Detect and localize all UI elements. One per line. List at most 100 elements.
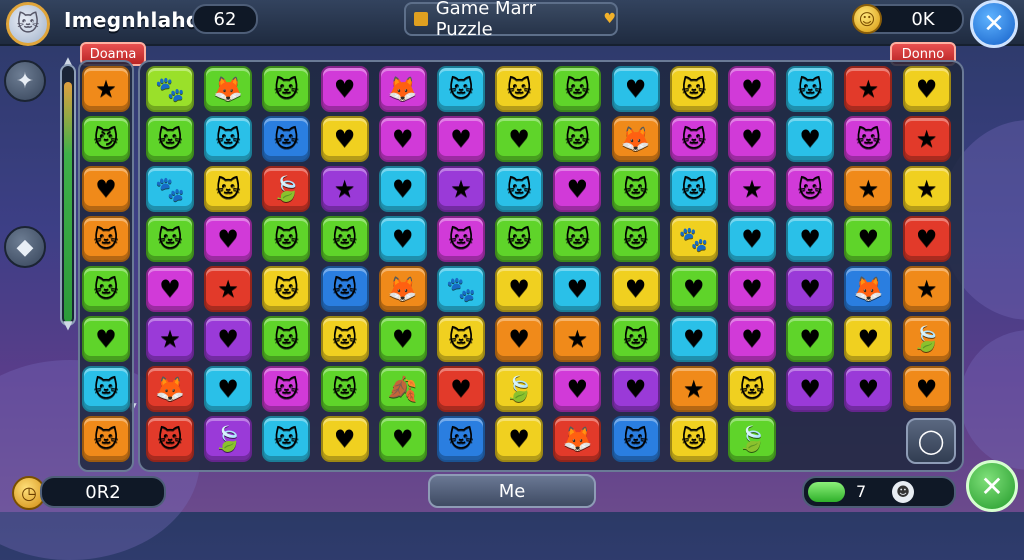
tile-red-heart[interactable]: ♥ [437, 366, 485, 412]
tile-red-star[interactable]: ★ [844, 66, 893, 112]
tile-yellow-heart[interactable]: ♥ [844, 316, 893, 362]
tile-yellow-heart[interactable]: ♥ [495, 266, 544, 312]
tile-yellow-heart[interactable]: ♥ [320, 116, 369, 162]
tile-purple-star[interactable]: ★ [320, 166, 369, 212]
tile-yellow-cat[interactable]: 🐱 [669, 416, 718, 462]
tile-green-heart[interactable]: ♥ [378, 316, 427, 362]
tile-green-cat[interactable]: 🐱 [611, 216, 660, 262]
tile-green-cat[interactable]: 🐱 [320, 216, 369, 262]
tile-green-leaf[interactable]: 🍂 [378, 366, 427, 412]
tile-magenta-heart[interactable]: ♥ [728, 66, 776, 112]
tile-purple-heart[interactable]: ♥ [786, 266, 835, 312]
cat-avatar-icon[interactable]: 🐱 [6, 2, 50, 46]
tile-magenta-fox[interactable]: 🦊 [378, 66, 427, 112]
tile-orange-cat[interactable]: 🐱 [82, 416, 130, 462]
tile-blue-fox[interactable]: 🦊 [844, 266, 893, 312]
tile-yellow-cat[interactable]: 🐱 [262, 266, 311, 312]
tile-orange-leaf[interactable]: 🍃 [902, 316, 951, 362]
tile-purple-heart[interactable]: ♥ [844, 366, 893, 412]
tile-magenta-cat[interactable]: 🐱 [437, 216, 485, 262]
diamond-button[interactable]: ◆ [4, 226, 46, 268]
tile-magenta-heart[interactable]: ♥ [728, 116, 776, 162]
tile-magenta-heart[interactable]: ♥ [728, 266, 776, 312]
tile-green-cat[interactable]: 🐱 [262, 216, 311, 262]
tile-green-cat[interactable]: 🐱 [553, 116, 602, 162]
tile-cyan-cat[interactable]: 🐱 [437, 66, 485, 112]
tile-magenta-heart[interactable]: ♥ [553, 166, 602, 212]
tile-red-star[interactable]: ★ [204, 266, 253, 312]
tile-yellow-leaf[interactable]: 🍃 [495, 366, 544, 412]
tile-orange-cat[interactable]: 🐱 [82, 216, 130, 262]
tile-yellow-star[interactable]: ★ [902, 166, 951, 212]
tile-orange-heart[interactable]: ♥ [495, 316, 544, 362]
level-slider[interactable] [60, 64, 76, 326]
tile-cyan-heart[interactable]: ♥ [611, 66, 660, 112]
tile-cyan-heart[interactable]: ♥ [204, 366, 253, 412]
tile-magenta-heart[interactable]: ♥ [204, 216, 253, 262]
tile-purple-heart[interactable]: ♥ [204, 316, 253, 362]
tile-orange-heart[interactable]: ♥ [902, 366, 951, 412]
tile-purple-star[interactable]: ★ [146, 316, 194, 362]
tile-red-heart[interactable]: ♥ [902, 216, 951, 262]
tile-green-cat[interactable]: 🐱 [553, 66, 602, 112]
tile-green-leaf[interactable]: 🍃 [728, 416, 776, 462]
tile-purple-heart[interactable]: ♥ [786, 366, 835, 412]
tile-cyan-paw[interactable]: 🐾 [146, 166, 194, 212]
tile-red-fox[interactable]: 🦊 [146, 366, 194, 412]
tile-green-heart[interactable]: ♥ [378, 416, 427, 462]
tile-green-cat[interactable]: 🐱 [320, 366, 369, 412]
tile-yellow-heart[interactable]: ♥ [495, 416, 544, 462]
tile-red-cat[interactable]: 🐱 [146, 416, 194, 462]
tile-green-heart[interactable]: ♥ [495, 116, 544, 162]
tile-yellow-heart[interactable]: ♥ [320, 416, 369, 462]
tile-green-cat[interactable]: 🐱 [495, 216, 544, 262]
tile-purple-leaf[interactable]: 🍃 [204, 416, 253, 462]
tile-green-cat[interactable]: 🐱 [611, 316, 660, 362]
tile-yellow-cat[interactable]: 🐱 [669, 66, 718, 112]
tile-yellow-paw[interactable]: 🐾 [669, 216, 718, 262]
tile-orange-star[interactable]: ★ [82, 66, 130, 112]
tile-cyan-paw[interactable]: 🐾 [437, 266, 485, 312]
puzzle-button[interactable]: ✦ [4, 60, 46, 102]
tile-cyan-heart[interactable]: ♥ [669, 316, 718, 362]
tile-yellow-cat[interactable]: 🐱 [495, 66, 544, 112]
tile-green-heart[interactable]: ♥ [844, 216, 893, 262]
tile-cyan-cat[interactable]: 🐱 [204, 116, 253, 162]
tile-red-star[interactable]: ★ [902, 116, 951, 162]
tile-yellow-heart[interactable]: ♥ [902, 66, 951, 112]
tile-green-heart[interactable]: ♥ [669, 266, 718, 312]
tile-red-fox[interactable]: 🦊 [553, 416, 602, 462]
ring-button[interactable]: ◯ [906, 418, 956, 464]
tile-blue-cat[interactable]: 🐱 [611, 416, 660, 462]
tile-orange-star[interactable]: ★ [844, 166, 893, 212]
tile-blue-cat[interactable]: 🐱 [437, 416, 485, 462]
tile-red-leaf[interactable]: 🍃 [262, 166, 311, 212]
tile-blue-cat[interactable]: 🐱 [262, 116, 311, 162]
tile-cyan-cat[interactable]: 🐱 [669, 166, 718, 212]
tile-green-cat[interactable]: 🐱 [553, 216, 602, 262]
tile-cyan-heart[interactable]: ♥ [378, 166, 427, 212]
tile-orange-star[interactable]: ★ [553, 316, 602, 362]
tile-orange-fox[interactable]: 🦊 [378, 266, 427, 312]
tile-green-cat[interactable]: 🐱 [82, 266, 130, 312]
confirm-close-button[interactable]: ✕ [966, 460, 1018, 512]
tile-green-heart[interactable]: ♥ [786, 316, 835, 362]
tile-green-cat[interactable]: 😼 [82, 116, 130, 162]
tile-magenta-heart[interactable]: ♥ [378, 116, 427, 162]
center-button[interactable]: Me [428, 474, 596, 508]
tile-orange-fox[interactable]: 🦊 [611, 116, 660, 162]
tile-cyan-cat[interactable]: 🐱 [495, 166, 544, 212]
tile-cyan-heart[interactable]: ♥ [728, 216, 776, 262]
tile-green-cat[interactable]: 🐱 [611, 166, 660, 212]
tile-orange-star[interactable]: ★ [669, 366, 718, 412]
tile-purple-star[interactable]: ★ [437, 166, 485, 212]
tile-yellow-cat[interactable]: 🐱 [437, 316, 485, 362]
tile-orange-star[interactable]: ★ [902, 266, 951, 312]
tile-green-cat[interactable]: 🐱 [146, 216, 194, 262]
tile-magenta-star[interactable]: ★ [728, 166, 776, 212]
tile-magenta-heart[interactable]: ♥ [320, 66, 369, 112]
tile-magenta-cat[interactable]: 🐱 [262, 366, 311, 412]
tile-cyan-cat[interactable]: 🐱 [82, 366, 130, 412]
tile-green-cat[interactable]: 🐱 [262, 316, 311, 362]
tile-blue-cat[interactable]: 🐱 [320, 266, 369, 312]
